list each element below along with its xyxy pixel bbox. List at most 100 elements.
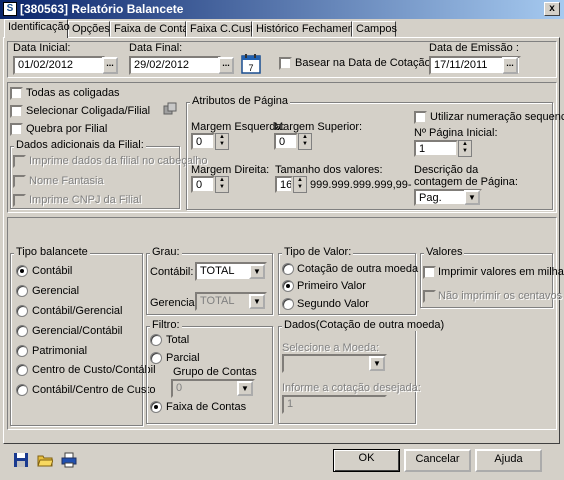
informe-cotacao-label: Informe a cotação desejada:: [282, 382, 421, 394]
valor-segundo-radio[interactable]: [282, 298, 294, 310]
filtro-faixa-radio[interactable]: [150, 401, 162, 413]
margem-esquerda-label: Margem Esquerda:: [191, 121, 285, 133]
margem-direita-spinner[interactable]: ▲ ▼: [215, 176, 229, 193]
nao-centavos-label: Não imprimir os centavos: [438, 290, 563, 302]
margem-direita-label: Margem Direita:: [191, 164, 270, 176]
quebra-filial-label: Quebra por Filial: [26, 123, 108, 135]
tipo-patrimonial-label: Patrimonial: [32, 345, 88, 357]
grau-title: Grau:: [150, 246, 182, 258]
grau-contabil-dropdown-arrow-icon[interactable]: ▼: [249, 264, 265, 279]
cotacao-input[interactable]: 1: [282, 395, 387, 414]
selecionar-coligada-label: Selecionar Coligada/Filial: [26, 105, 151, 117]
data-final-label: Data Final:: [129, 42, 183, 54]
tipo-ccusto-contabil-radio[interactable]: [16, 364, 28, 376]
app-icon: S: [3, 2, 17, 16]
cancel-button[interactable]: Cancelar: [404, 449, 471, 472]
filtro-parcial-label: Parcial: [166, 352, 200, 364]
tipo-valor-title: Tipo de Valor:: [282, 246, 354, 258]
tamanho-valores-spinner[interactable]: ▲ ▼: [293, 176, 307, 193]
pagina-inicial-spinner[interactable]: ▲ ▼: [458, 140, 472, 157]
numeracao-sequencial-label: Utilizar numeração sequencial: [430, 111, 564, 123]
tipo-gerencial-contabil-radio[interactable]: [16, 325, 28, 337]
data-emissao-picker-button[interactable]: ...: [502, 57, 518, 74]
imprime-cabecalho-label: Imprime dados da filial no cabeçalho: [29, 155, 208, 167]
tipo-contabil-ccusto-label: Contábil/Centro de Custo: [32, 384, 156, 396]
data-emissao-label: Data de Emissão :: [429, 42, 519, 54]
dados-adicionais-title: Dados adicionais da Filial:: [14, 139, 146, 151]
data-final-input[interactable]: 29/02/2012: [129, 56, 221, 75]
grau-contabil-label: Contábil:: [150, 266, 194, 278]
tamanho-valores-input[interactable]: 16: [275, 176, 293, 193]
tipo-gerencial-contabil-label: Gerencial/Contábil: [32, 325, 123, 337]
tipo-contabil-gerencial-label: Contábil/Gerencial: [32, 305, 123, 317]
nome-fantasia-checkbox[interactable]: [13, 175, 26, 188]
tipo-gerencial-label: Gerencial: [32, 285, 80, 297]
tipo-contabil-gerencial-radio[interactable]: [16, 305, 28, 317]
tab-faixa-ccusto[interactable]: Faixa C.Custo: [186, 21, 260, 37]
print-icon[interactable]: [61, 452, 77, 468]
data-inicial-input[interactable]: 01/02/2012: [13, 56, 105, 75]
imprime-cnpj-label: Imprime CNPJ da Filial: [29, 194, 142, 206]
valor-cotacao-label: Cotação de outra moeda: [297, 263, 419, 275]
data-final-picker-button[interactable]: ...: [218, 57, 234, 74]
tipo-contabil-label: Contábil: [32, 265, 73, 277]
filtro-title: Filtro:: [150, 319, 182, 331]
margem-superior-input[interactable]: 0: [274, 133, 298, 150]
tab-campos[interactable]: Campos: [352, 21, 397, 37]
nao-centavos-checkbox[interactable]: [423, 290, 436, 303]
grau-gerencial-label: Gerencial:: [150, 297, 201, 309]
todas-coligadas-checkbox[interactable]: [10, 87, 23, 100]
valor-primeiro-label: Primeiro Valor: [297, 280, 366, 292]
window-title: [380563] Relatório Balancete: [20, 2, 184, 16]
imprime-cabecalho-checkbox[interactable]: [13, 155, 26, 168]
grupo-contas-dropdown-arrow-icon[interactable]: ▼: [237, 381, 253, 396]
filial-lookup-icon[interactable]: [163, 102, 177, 116]
valor-cotacao-radio[interactable]: [282, 263, 294, 275]
svg-text:7: 7: [248, 63, 253, 73]
numeracao-sequencial-checkbox[interactable]: [414, 111, 427, 124]
base-cotacao-checkbox[interactable]: [279, 57, 292, 70]
data-inicial-picker-button[interactable]: ...: [102, 57, 118, 74]
margem-superior-spinner[interactable]: ▲ ▼: [298, 133, 312, 150]
margem-esquerda-spinner[interactable]: ▲ ▼: [215, 133, 229, 150]
imprimir-milhares-label: Imprimir valores em milhares: [438, 266, 564, 278]
tipo-balancete-title: Tipo balancete: [14, 246, 90, 258]
help-button[interactable]: Ajuda: [475, 449, 542, 472]
tipo-contabil-radio[interactable]: [16, 265, 28, 277]
tipo-patrimonial-radio[interactable]: [16, 345, 28, 357]
margem-esquerda-input[interactable]: 0: [191, 133, 215, 150]
filtro-parcial-radio[interactable]: [150, 352, 162, 364]
calendar-icon[interactable]: 7: [241, 53, 263, 75]
tamanho-valores-label: Tamanho dos valores:: [275, 164, 383, 176]
selecione-moeda-label: Selecione a Moeda:: [282, 342, 380, 354]
save-icon[interactable]: [13, 452, 29, 468]
close-button[interactable]: x: [544, 2, 560, 16]
dados-cotacao-title: Dados(Cotação de outra moeda): [282, 319, 447, 331]
base-cotacao-label: Basear na Data de Cotação: [295, 57, 431, 69]
grau-gerencial-dropdown-arrow-icon[interactable]: ▼: [249, 294, 265, 309]
tipo-gerencial-radio[interactable]: [16, 285, 28, 297]
quebra-filial-checkbox[interactable]: [10, 123, 23, 136]
filtro-total-label: Total: [166, 334, 190, 346]
todas-coligadas-label: Todas as coligadas: [26, 87, 120, 99]
tab-faixa-contas[interactable]: Faixa de Contas: [110, 21, 194, 37]
tipo-contabil-ccusto-radio[interactable]: [16, 384, 28, 396]
tab-identificacao[interactable]: Identificação: [4, 19, 70, 38]
data-inicial-label: Data Inicial:: [13, 42, 71, 54]
tab-opcoes[interactable]: Opções: [68, 21, 110, 37]
filtro-faixa-label: Faixa de Contas: [166, 401, 247, 413]
selecionar-coligada-checkbox[interactable]: [10, 105, 23, 118]
filtro-total-radio[interactable]: [150, 334, 162, 346]
margem-direita-input[interactable]: 0: [191, 176, 215, 193]
descricao-dropdown-arrow-icon[interactable]: ▼: [464, 190, 480, 205]
imprime-cnpj-checkbox[interactable]: [13, 194, 26, 207]
imprimir-milhares-checkbox[interactable]: [423, 266, 436, 279]
tab-historico-fechamento[interactable]: Histórico Fechamento: [252, 21, 363, 37]
open-folder-icon[interactable]: [37, 452, 54, 468]
valor-primeiro-radio[interactable]: [282, 280, 294, 292]
tipo-balancete-group: [10, 253, 143, 426]
pagina-inicial-input[interactable]: 1: [414, 140, 458, 157]
moeda-dropdown-arrow-icon[interactable]: ▼: [369, 356, 385, 371]
ok-button[interactable]: OK: [333, 449, 400, 472]
valores-title: Valores: [424, 246, 465, 258]
